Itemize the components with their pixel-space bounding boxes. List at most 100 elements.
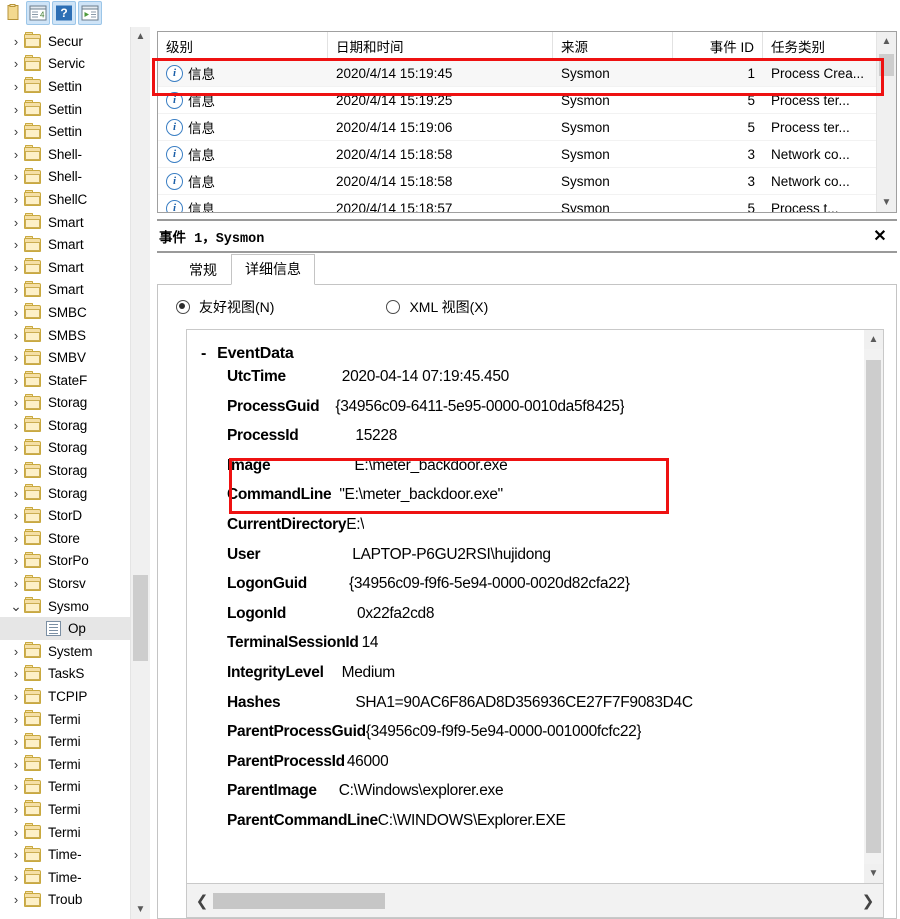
chevron-right-icon[interactable]: › — [8, 644, 24, 659]
chevron-right-icon[interactable]: › — [8, 666, 24, 681]
chevron-right-icon[interactable]: › — [8, 350, 24, 365]
event-list-vertical-scrollbar[interactable]: ▲ ▼ — [876, 32, 896, 212]
chevron-right-icon[interactable]: › — [8, 486, 24, 501]
chevron-right-icon[interactable]: › — [8, 847, 24, 862]
tree-item[interactable]: › Termi — [0, 708, 130, 731]
properties-icon[interactable]: 4 — [26, 1, 50, 25]
detail-tabs[interactable]: 常规 详细信息 — [157, 254, 897, 285]
tree-item[interactable]: › Settin — [0, 98, 130, 121]
chevron-right-icon[interactable]: › — [8, 215, 24, 230]
table-row[interactable]: i 信息 2020/4/14 15:19:06 Sysmon 5 Process ter.… — [158, 114, 876, 141]
tab-general[interactable]: 常规 — [175, 255, 231, 285]
help-icon[interactable]: ? — [52, 1, 76, 25]
tree-item[interactable]: › Shell- — [0, 143, 130, 166]
chevron-right-icon[interactable]: › — [8, 576, 24, 591]
chevron-right-icon[interactable]: › — [8, 463, 24, 478]
tree-item[interactable]: › SMBC — [0, 301, 130, 324]
tree-item[interactable]: Op — [0, 617, 130, 641]
chevron-right-icon[interactable]: › — [8, 779, 24, 794]
radio-friendly-view[interactable]: 友好视图(N) — [176, 297, 274, 317]
chevron-right-icon[interactable]: › — [8, 328, 24, 343]
tab-details[interactable]: 详细信息 — [231, 254, 315, 285]
tree-item[interactable]: › Storag — [0, 414, 130, 437]
chevron-right-icon[interactable]: › — [8, 282, 24, 297]
chevron-right-icon[interactable]: › — [8, 689, 24, 704]
chevron-right-icon[interactable]: › — [8, 825, 24, 840]
tree-item[interactable]: › Smart — [0, 233, 130, 256]
table-row[interactable]: i 信息 2020/4/14 15:19:25 Sysmon 5 Process ter.… — [158, 87, 876, 114]
detail-scroll-thumb[interactable] — [866, 360, 881, 853]
tree-item[interactable]: › Servic — [0, 53, 130, 76]
chevron-right-icon[interactable]: › — [8, 373, 24, 388]
table-row[interactable]: i 信息 2020/4/14 15:18:58 Sysmon 3 Network co..… — [158, 168, 876, 195]
tree-item[interactable]: › Termi — [0, 798, 130, 821]
chevron-right-icon[interactable]: › — [8, 553, 24, 568]
chevron-right-icon[interactable]: › — [8, 802, 24, 817]
tree-item[interactable]: › Storag — [0, 482, 130, 505]
tree-item[interactable]: › StorD — [0, 504, 130, 527]
column-header[interactable]: 来源 — [553, 32, 673, 59]
tree-item[interactable]: › Termi — [0, 821, 130, 844]
chevron-right-icon[interactable]: › — [8, 734, 24, 749]
tree-item[interactable]: › Settin — [0, 75, 130, 98]
chevron-right-icon[interactable]: › — [8, 237, 24, 252]
event-list-rows[interactable]: i 信息 2020/4/14 15:19:45 Sysmon 1 Process Crea… — [158, 60, 876, 212]
tree-item[interactable]: › Smart — [0, 256, 130, 279]
tree-item[interactable]: › Storag — [0, 392, 130, 415]
tree-item[interactable]: › StateF — [0, 369, 130, 392]
chevron-right-icon[interactable]: › — [8, 79, 24, 94]
hscroll-thumb[interactable] — [213, 892, 385, 909]
list-scroll-thumb[interactable] — [879, 54, 894, 76]
tree-item[interactable]: › SMBS — [0, 324, 130, 347]
tree-item[interactable]: › Smart — [0, 211, 130, 234]
tree-item[interactable]: › SMBV — [0, 346, 130, 369]
event-list-body[interactable]: 级别 日期和时间 来源 事件 ID 任务类别 i 信息 2020/4/14 15:19:45… — [158, 32, 876, 212]
copy-icon[interactable] — [2, 2, 24, 24]
tree-item[interactable]: › System — [0, 640, 130, 663]
chevron-right-icon[interactable]: › — [8, 508, 24, 523]
tree-item[interactable]: › Secur — [0, 30, 130, 53]
radio-xml-view[interactable]: XML 视图(X) — [386, 297, 488, 317]
chevron-right-icon[interactable]: › — [8, 712, 24, 727]
column-header[interactable]: 事件 ID — [673, 32, 763, 59]
column-header[interactable]: 日期和时间 — [328, 32, 553, 59]
chevron-right-icon[interactable]: › — [8, 34, 24, 49]
chevron-right-icon[interactable]: › — [8, 418, 24, 433]
radio-button-icon[interactable] — [176, 300, 190, 314]
detail-scroll-down-icon[interactable]: ▼ — [864, 864, 883, 883]
view-icon[interactable] — [78, 1, 102, 25]
tree-item[interactable]: › Storag — [0, 437, 130, 460]
tree-item[interactable]: › Smart — [0, 279, 130, 302]
tree-item[interactable]: › TaskS — [0, 663, 130, 686]
collapse-icon[interactable]: - — [201, 345, 206, 363]
tree-item[interactable]: › Storag — [0, 459, 130, 482]
tree-item[interactable]: › Storsv — [0, 572, 130, 595]
chevron-right-icon[interactable]: › — [8, 56, 24, 71]
tree-item[interactable]: › Time- — [0, 843, 130, 866]
tree-item[interactable]: › Troub — [0, 889, 130, 912]
chevron-right-icon[interactable]: › — [8, 192, 24, 207]
chevron-down-icon[interactable]: ⌄ — [8, 599, 24, 613]
chevron-right-icon[interactable]: › — [8, 305, 24, 320]
close-icon[interactable]: ✕ — [867, 225, 893, 247]
chevron-right-icon[interactable]: › — [8, 757, 24, 772]
table-row[interactable]: i 信息 2020/4/14 15:18:57 Sysmon 5 Process t... — [158, 195, 876, 212]
chevron-right-icon[interactable]: › — [8, 124, 24, 139]
tree-scroll-thumb[interactable] — [133, 575, 148, 661]
tree-item[interactable]: › Shell- — [0, 166, 130, 189]
chevron-right-icon[interactable]: › — [8, 147, 24, 162]
hscroll-left-icon[interactable]: ❮ — [191, 892, 213, 910]
list-scroll-down-icon[interactable]: ▼ — [877, 193, 896, 212]
chevron-right-icon[interactable]: › — [8, 531, 24, 546]
hscroll-right-icon[interactable]: ❯ — [857, 892, 879, 910]
chevron-right-icon[interactable]: › — [8, 892, 24, 907]
hscroll-track[interactable] — [213, 892, 857, 909]
table-row[interactable]: i 信息 2020/4/14 15:19:45 Sysmon 1 Process Crea… — [158, 60, 876, 87]
tree-item[interactable]: › Termi — [0, 776, 130, 799]
radio-button-icon[interactable] — [386, 300, 401, 314]
chevron-right-icon[interactable]: › — [8, 870, 24, 885]
list-scroll-up-icon[interactable]: ▲ — [877, 32, 896, 51]
chevron-right-icon[interactable]: › — [8, 102, 24, 117]
chevron-right-icon[interactable]: › — [8, 260, 24, 275]
eventdata-root-node[interactable]: - EventData — [187, 340, 864, 368]
